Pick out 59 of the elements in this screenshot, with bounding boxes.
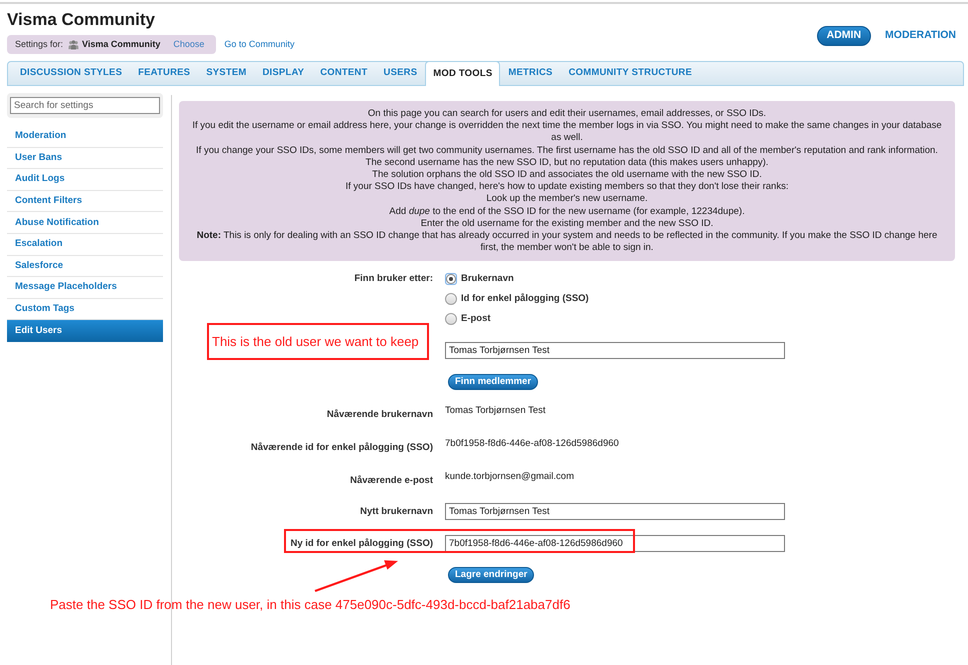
info-text: If you change your SSO IDs, some members will get two community usernames. The first username has the old SSO ID and all of the member's reputation and rank information. [195, 144, 939, 157]
field-label: Nåværende e-post [349, 474, 433, 488]
group-icon [68, 40, 80, 50]
field-label: Nytt brukernavn [360, 504, 433, 518]
sidebar-item[interactable]: Edit Users [7, 320, 163, 342]
radio-label: Id for enkel pålogging (SSO) [461, 292, 589, 306]
go-to-community-link[interactable]: Go to Community [224, 38, 294, 52]
community-name: Visma Community [82, 38, 160, 51]
admin-nav-link[interactable]: MODERATION [885, 26, 956, 46]
sidebar-item[interactable]: User Bans [7, 148, 163, 170]
radio-label: E-post [461, 312, 491, 326]
field-value: kunde.torbjornsen@gmail.com [445, 470, 574, 484]
input-field[interactable]: 7b0f1958-f8d6-446e-af08-126d5986d960 [445, 534, 785, 552]
field-label: Nåværende brukernavn [326, 408, 433, 422]
radio-button[interactable] [445, 293, 457, 306]
tab[interactable]: CONTENT [312, 62, 376, 85]
field-label: Nåværende id for enkel pålogging (SSO) [250, 441, 433, 456]
info-text: Add dupe to the end of the SSO ID for the new username (for example, 12234dupe). [388, 206, 746, 218]
info-text: If your SSO IDs have changed, here's how to update existing members so that they don't lose their ranks: [344, 181, 790, 194]
sidebar-item[interactable]: Abuse Notification [7, 212, 163, 234]
save-changes-button[interactable]: Lagre endringer [448, 566, 534, 582]
input-field[interactable]: Tomas Torbjørnsen Test [445, 502, 785, 520]
tab[interactable]: DISPLAY [254, 62, 312, 85]
tab[interactable]: COMMUNITY STRUCTURE [560, 62, 700, 85]
sidebar-item[interactable]: Salesforce [7, 256, 163, 278]
tab[interactable]: SYSTEM [198, 62, 254, 85]
tab[interactable]: DISCUSSION STYLES [12, 62, 130, 85]
sidebar-item[interactable]: Audit Logs [7, 169, 163, 191]
search-user-field[interactable]: Tomas Torbjørnsen Test [445, 342, 785, 360]
info-text: If you edit the username or email address here, your change is overridden the next time the member logs in via SSO. You might need to make the same changes in your database as well. [191, 120, 943, 145]
field-label: Ny id for enkel pålogging (SSO) [290, 536, 433, 550]
radio-button[interactable] [445, 273, 457, 286]
info-text: Enter the old username for the existing member and the new SSO ID. [420, 218, 714, 230]
search-field[interactable]: Search for settings [10, 97, 160, 114]
sidebar-item[interactable]: Escalation [7, 234, 163, 256]
info-text: The second username has the new SSO ID, but no reputation data (this makes users unhappy). [364, 156, 770, 170]
tab[interactable]: METRICS [500, 62, 561, 85]
sidebar-item[interactable]: Message Placeholders [7, 277, 163, 299]
info-text: The solution orphans the old SSO ID and associates the old username with the new SSO ID. [371, 169, 763, 182]
annotation-note: Paste the SSO ID from the new user, in this case 475e090c-5dfc-493d-bccd-baf21aba7df6 [50, 597, 570, 613]
field-value: Tomas Torbjørnsen Test [445, 404, 546, 418]
find-members-button[interactable]: Finn medlemmer [448, 374, 538, 390]
admin-nav-link[interactable]: ADMIN [816, 26, 872, 46]
info-text: Look up the member's new username. [485, 193, 649, 206]
field-label: Finn bruker etter: [353, 272, 433, 286]
radio-label: Brukernavn [461, 272, 514, 286]
info-text: On this page you can search for users and edit their usernames, email addresses, or SSO IDs. [366, 108, 768, 120]
radio-button[interactable] [445, 313, 457, 326]
choose-link[interactable]: Choose [173, 38, 204, 52]
tab[interactable]: MOD TOOLS [425, 61, 500, 86]
settings-for-label: Settings for: [15, 38, 64, 51]
tab[interactable]: USERS [376, 62, 426, 85]
sidebar-item[interactable]: Content Filters [7, 190, 163, 212]
info-text: Note: This is only for dealing with an SSO ID change that has already occurred in your system and needs to be reflected in the community. If you make the SSO ID change here first, the member won't be able to sign in. [196, 230, 938, 254]
annotation-note: This is the old user we want to keep [207, 323, 429, 360]
tab[interactable]: FEATURES [130, 62, 198, 85]
site-title: Visma Community [7, 10, 156, 30]
field-value: 7b0f1958-f8d6-446e-af08-126d5986d960 [445, 437, 619, 452]
sidebar-item[interactable]: Moderation [7, 126, 163, 148]
